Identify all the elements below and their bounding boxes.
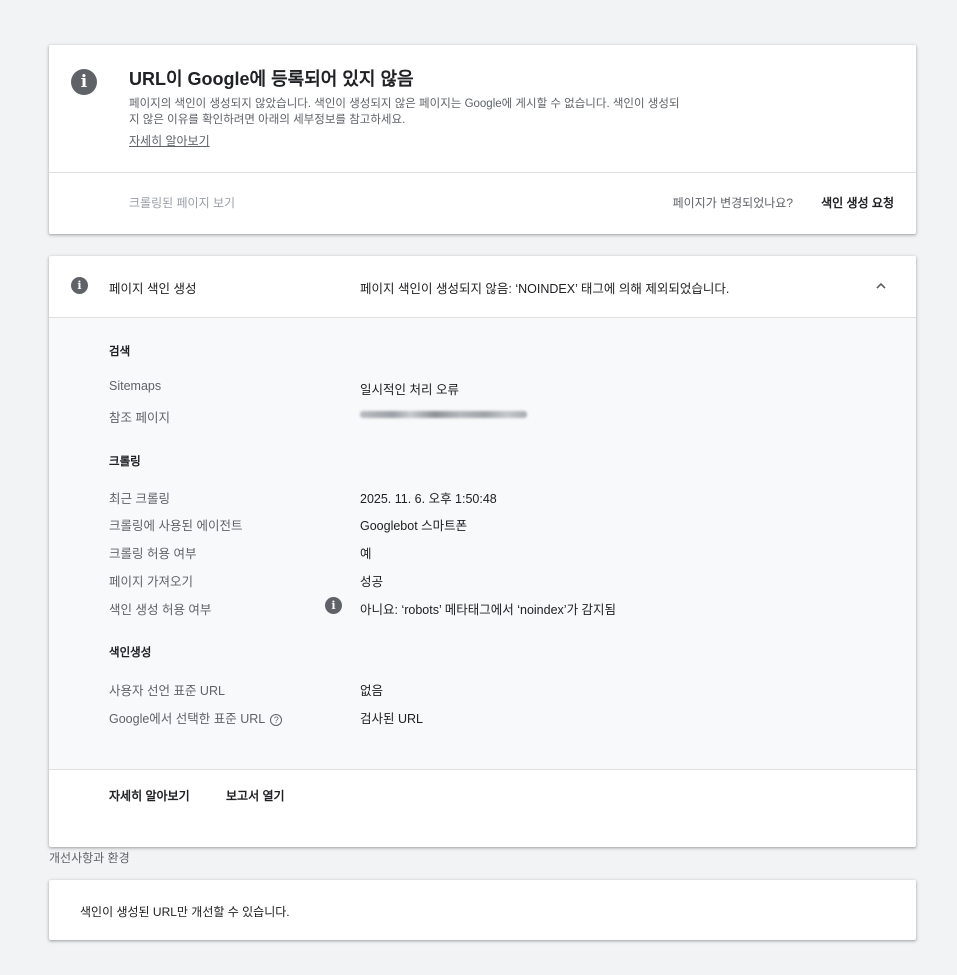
page-changed-text: 페이지가 변경되었나요? [672,196,793,210]
request-indexing-button[interactable]: 색인 생성 요청 [821,194,894,211]
user-canonical-label: 사용자 선언 표준 URL [109,684,225,698]
status-title: URL이 Google에 등록되어 있지 않음 [129,69,414,89]
enhancements-card: 색인이 생성된 URL만 개선할 수 있습니다. [49,880,916,940]
page-indexing-header[interactable]: i 페이지 색인 생성 페이지 색인이 생성되지 않음: ‘NOINDEX’ 태… [49,256,916,318]
page-indexing-footer: 자세히 알아보기 보고서 열기 [49,769,916,847]
crawler-agent-label: 크롤링에 사용된 에이전트 [109,519,243,533]
indexing-allowed-label: 색인 생성 허용 여부 [109,603,212,617]
last-crawl-label: 최근 크롤링 [109,492,170,506]
info-icon: i [71,277,88,294]
open-report-button[interactable]: 보고서 열기 [226,787,285,804]
google-canonical-label-row: Google에서 선택한 표준 URL? [109,708,283,727]
page-indexing-details: 검색 Sitemaps 일시적인 처리 오류 참조 페이지 크롤링 최근 크롤링… [49,318,916,769]
info-icon: i [71,69,97,95]
status-actions: 크롤링된 페이지 보기 페이지가 변경되었나요? 색인 생성 요청 [49,173,916,234]
view-crawled-page-button[interactable]: 크롤링된 페이지 보기 [129,194,235,211]
chevron-up-icon[interactable] [876,281,886,291]
user-canonical-value: 없음 [360,684,384,698]
crawler-agent-value: Googlebot 스마트폰 [360,519,468,533]
sitemaps-label: Sitemaps [109,379,162,393]
info-icon: i [325,597,342,614]
indexing-allowed-value: 아니요: ‘robots’ 메타태그에서 ‘noindex’가 감지됨 [360,603,617,617]
referring-page-url-redacted [360,411,527,418]
status-card: i URL이 Google에 등록되어 있지 않음 페이지의 색인이 생성되지 … [49,45,916,234]
page-fetch-value: 성공 [360,575,384,589]
referring-page-label: 참조 페이지 [109,411,170,425]
section-title-indexing: 색인생성 [109,647,152,659]
google-canonical-value: 검사된 URL [360,712,423,726]
section-title-crawl: 크롤링 [109,456,141,468]
enhancements-message: 색인이 생성된 URL만 개선할 수 있습니다. [80,905,290,919]
google-canonical-label: Google에서 선택한 표준 URL [109,712,266,726]
crawl-allowed-value: 예 [360,547,372,561]
last-crawl-value: 2025. 11. 6. 오후 1:50:48 [360,492,497,506]
enhancements-heading: 개선사항과 환경 [49,851,130,865]
crawl-allowed-label: 크롤링 허용 여부 [109,547,197,561]
page-indexing-card: i 페이지 색인 생성 페이지 색인이 생성되지 않음: ‘NOINDEX’ 태… [49,256,916,847]
section-title-discovery: 검색 [109,346,131,358]
status-description: 페이지의 색인이 생성되지 않았습니다. 색인이 생성되지 않은 페이지는 Go… [129,98,680,126]
page-indexing-status: 페이지 색인이 생성되지 않음: ‘NOINDEX’ 태그에 의해 제외되었습니… [360,282,730,296]
page-fetch-label: 페이지 가져오기 [109,575,193,589]
learn-more-link[interactable]: 자세히 알아보기 [129,132,210,149]
learn-more-button[interactable]: 자세히 알아보기 [109,787,190,804]
sitemaps-value: 일시적인 처리 오류 [360,383,459,397]
help-circle-icon[interactable]: ? [270,714,283,726]
page-indexing-label: 페이지 색인 생성 [109,282,197,296]
